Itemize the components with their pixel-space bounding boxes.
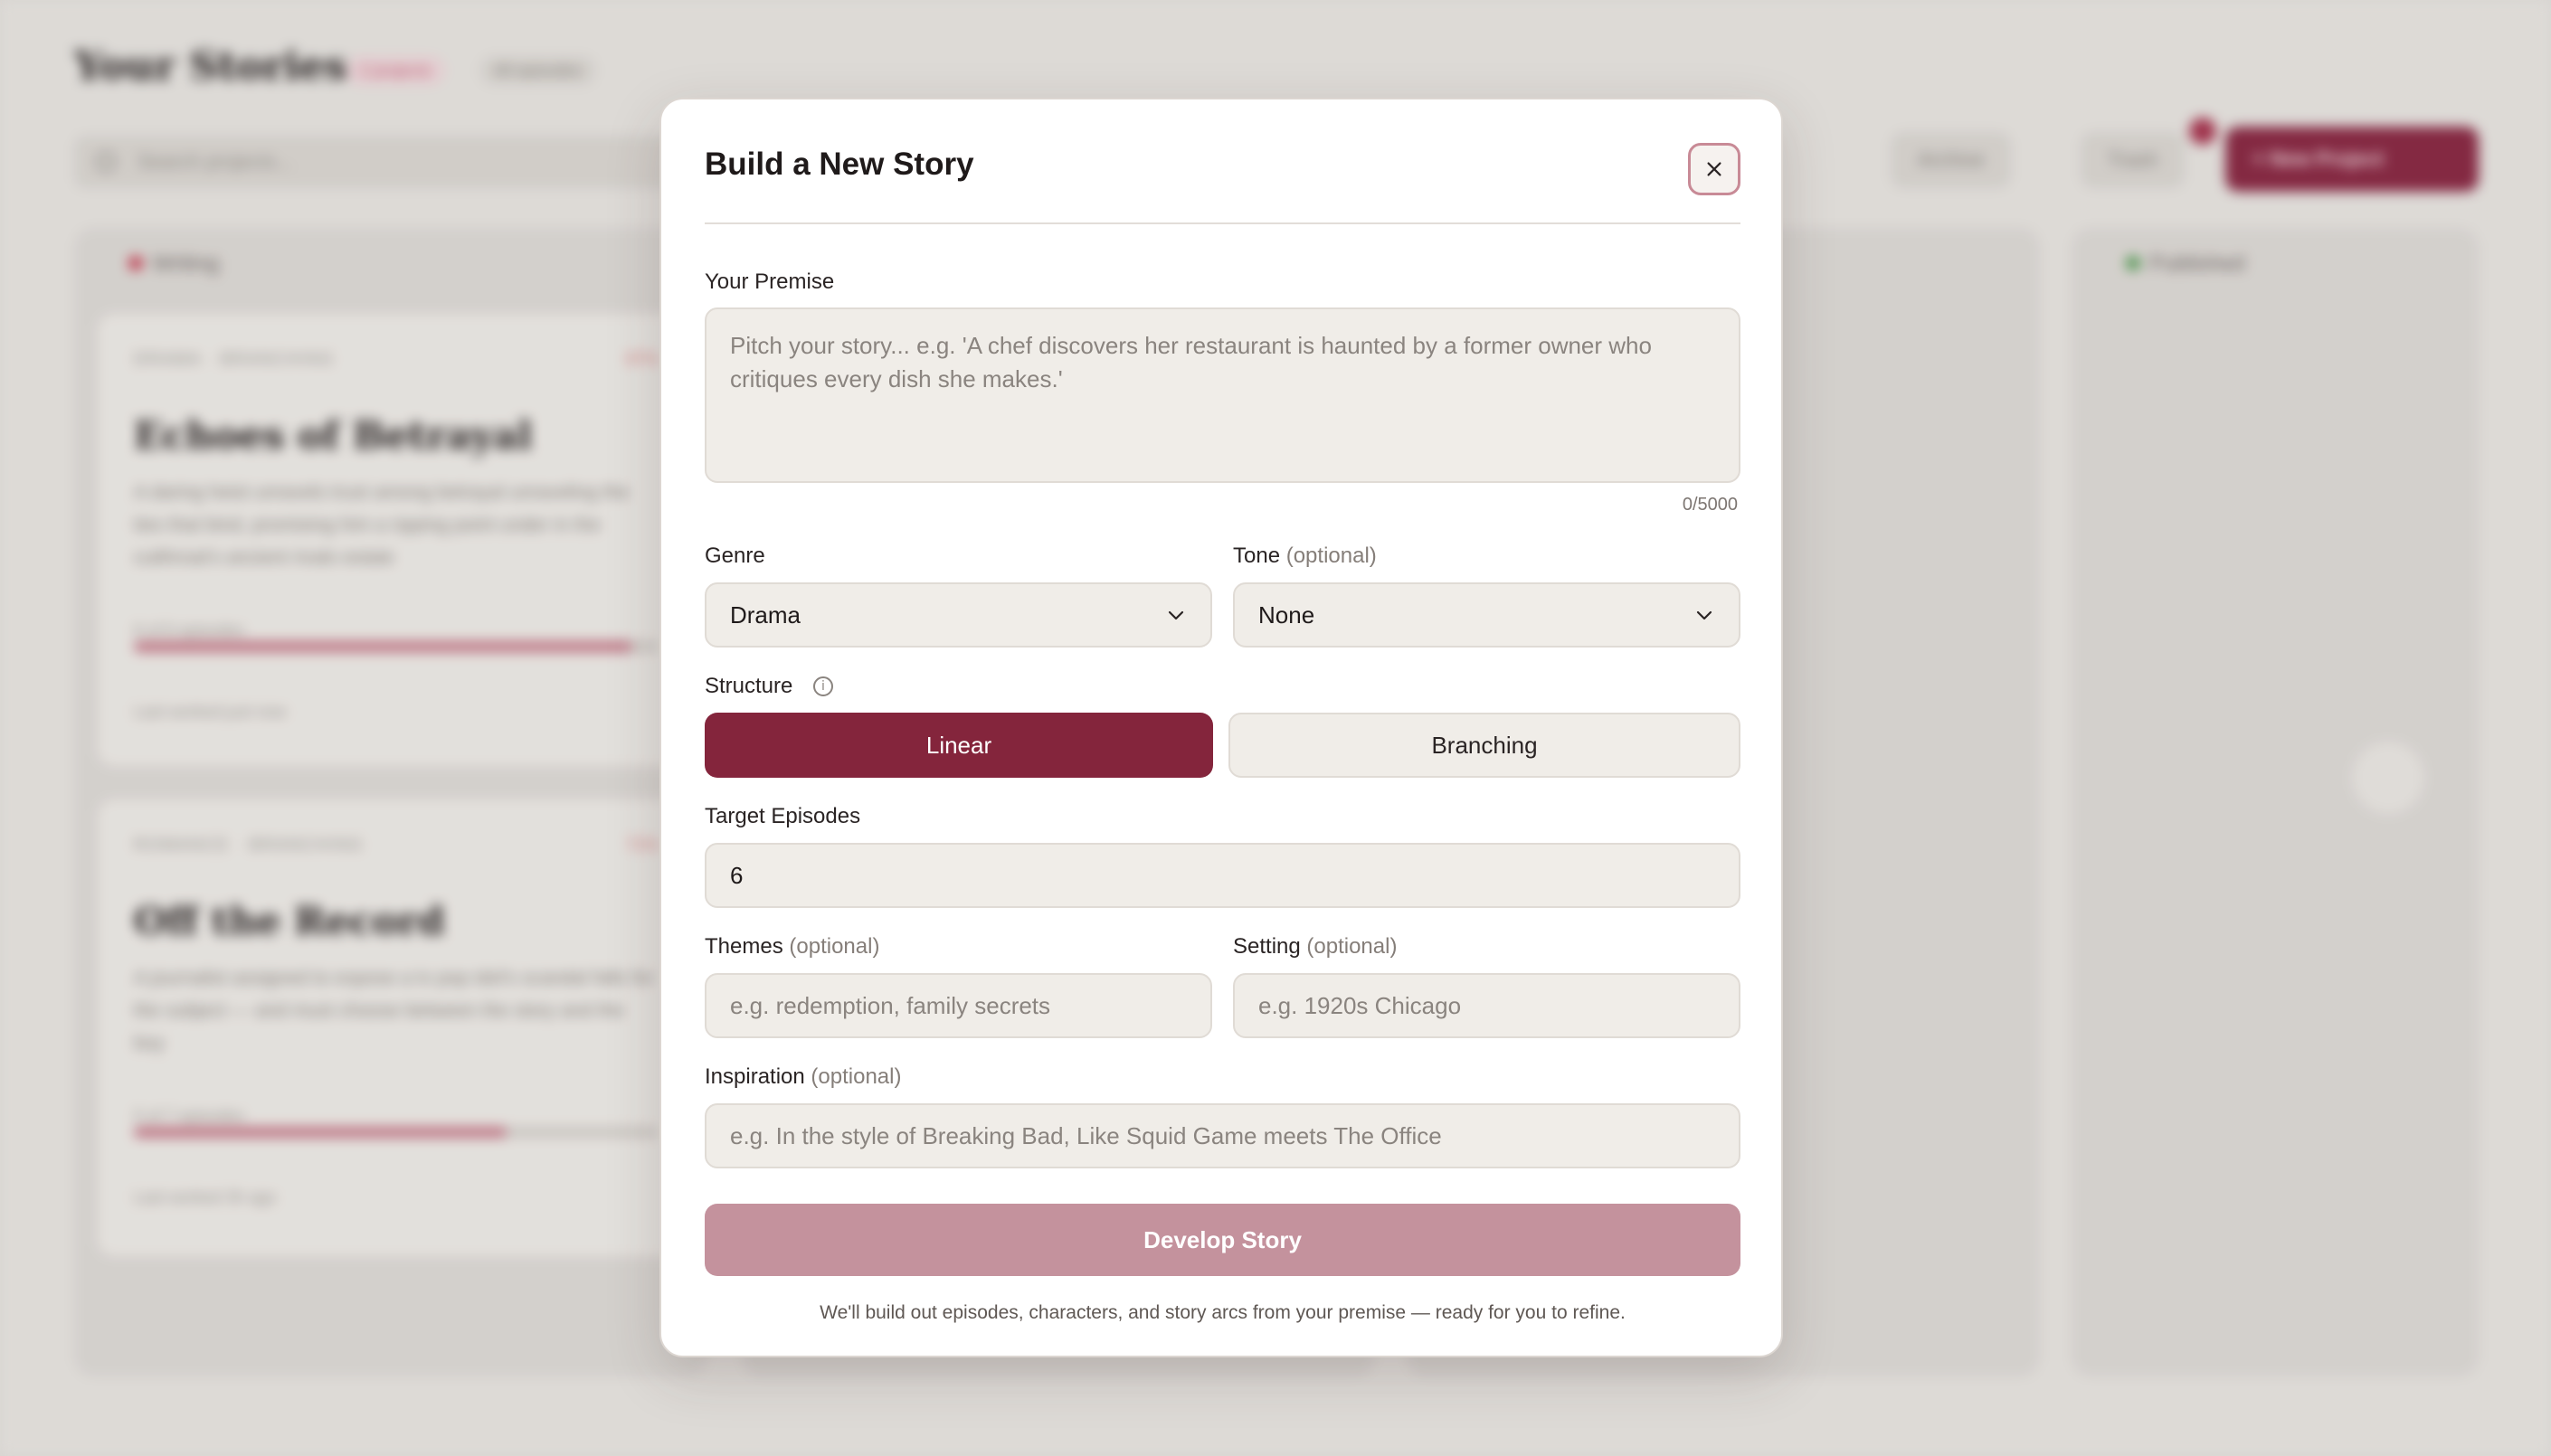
premise-char-counter: 0/5000: [1682, 495, 1738, 515]
optional-hint: (optional): [1285, 544, 1377, 568]
inspiration-input[interactable]: [705, 1103, 1740, 1168]
themes-input[interactable]: [705, 973, 1212, 1038]
develop-story-button[interactable]: Develop Story: [705, 1204, 1740, 1276]
inspiration-label: Inspiration (optional): [705, 1064, 902, 1089]
close-icon: [1707, 162, 1721, 176]
optional-hint: (optional): [1306, 934, 1398, 959]
optional-hint: (optional): [811, 1064, 902, 1089]
tone-select[interactable]: None: [1233, 582, 1740, 648]
build-story-modal: Build a New Story Your Premise 0/5000 Ge…: [659, 98, 1783, 1357]
episodes-label: Target Episodes: [705, 804, 861, 828]
genre-value: Drama: [730, 600, 801, 629]
close-button[interactable]: [1688, 143, 1740, 195]
tone-label: Tone (optional): [1233, 544, 1377, 568]
modal-title: Build a New Story: [705, 147, 974, 182]
setting-label: Setting (optional): [1233, 934, 1398, 959]
genre-select[interactable]: Drama: [705, 582, 1212, 648]
chevron-down-icon: [1168, 610, 1184, 620]
episodes-input[interactable]: [705, 843, 1740, 908]
chevron-down-icon: [1696, 610, 1712, 620]
tone-value: None: [1258, 600, 1315, 629]
structure-option-linear[interactable]: Linear: [705, 713, 1213, 778]
genre-label: Genre: [705, 544, 765, 568]
structure-label: Structure: [705, 674, 793, 698]
footnote-text: We'll build out episodes, characters, an…: [820, 1302, 1626, 1323]
premise-label: Your Premise: [705, 269, 835, 294]
structure-option-branching[interactable]: Branching: [1228, 713, 1740, 778]
premise-textarea[interactable]: [705, 307, 1740, 483]
info-icon[interactable]: i: [813, 676, 833, 696]
optional-hint: (optional): [789, 934, 880, 959]
setting-input[interactable]: [1233, 973, 1740, 1038]
themes-label: Themes (optional): [705, 934, 880, 959]
header-divider: [705, 222, 1740, 224]
